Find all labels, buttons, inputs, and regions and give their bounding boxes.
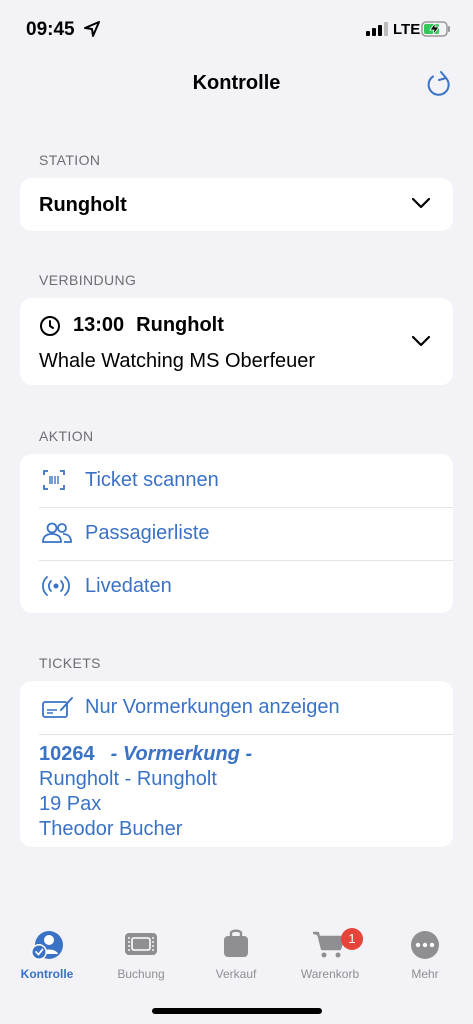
passenger-list-button[interactable]: Passagierliste bbox=[20, 507, 453, 560]
live-data-label: Livedaten bbox=[85, 575, 172, 597]
action-list: Ticket scannen Passagierliste Livedaten bbox=[20, 454, 453, 613]
location-arrow-icon bbox=[84, 21, 100, 37]
connection-section-label: VERBINDUNG bbox=[39, 272, 137, 288]
cart-badge: 1 bbox=[341, 928, 363, 950]
connection-header: 13:00 Rungholt bbox=[39, 314, 224, 337]
station-selector[interactable]: Rungholt bbox=[20, 178, 453, 231]
ticket-header: 10264 - Vormerkung - bbox=[39, 743, 252, 766]
people-icon bbox=[42, 522, 72, 543]
connection-time: 13:00 bbox=[73, 314, 125, 336]
passenger-list-label: Passagierliste bbox=[85, 522, 210, 544]
status-time: 09:45 bbox=[26, 19, 75, 40]
signal-icon bbox=[366, 22, 388, 36]
ticket-scan-button[interactable]: Ticket scannen bbox=[20, 454, 453, 507]
tab-label: Warenkorb bbox=[300, 967, 360, 981]
page-title: Kontrolle bbox=[192, 72, 281, 94]
connection-selector[interactable]: 13:00 Rungholt Whale Watching MS Oberfeu… bbox=[20, 298, 453, 385]
clock-history-icon bbox=[40, 315, 60, 336]
live-data-button[interactable]: Livedaten bbox=[20, 560, 453, 613]
reservation-filter-label: Nur Vormerkungen anzeigen bbox=[85, 696, 340, 718]
tab-mehr[interactable]: Mehr bbox=[378, 925, 472, 981]
scan-icon bbox=[43, 470, 65, 490]
tab-label: Kontrolle bbox=[20, 967, 74, 981]
station-value: Rungholt bbox=[39, 194, 127, 216]
bag-icon bbox=[224, 929, 248, 957]
connection-name: Whale Watching MS Oberfeuer bbox=[39, 350, 316, 372]
reservation-filter-toggle[interactable]: Nur Vormerkungen anzeigen bbox=[20, 681, 453, 734]
tab-label: Verkauf bbox=[215, 967, 257, 981]
ticket-pax: 19 Pax bbox=[39, 793, 102, 815]
tab-label: Mehr bbox=[411, 967, 439, 981]
chevron-down-icon bbox=[411, 197, 431, 209]
edit-form-icon bbox=[42, 697, 73, 718]
person-check-icon bbox=[31, 931, 63, 960]
refresh-icon[interactable] bbox=[424, 69, 454, 99]
ticket-scan-label: Ticket scannen bbox=[85, 469, 219, 491]
broadcast-icon bbox=[42, 576, 70, 596]
battery-charging-icon bbox=[421, 21, 450, 37]
tickets-section-label: TICKETS bbox=[39, 655, 101, 671]
tab-kontrolle[interactable]: Kontrolle bbox=[0, 925, 94, 981]
ticket-type: - Vormerkung - bbox=[110, 743, 253, 765]
tab-buchung[interactable]: Buchung bbox=[94, 925, 188, 981]
status-bar: 09:45 LTE bbox=[0, 0, 473, 60]
tab-verkauf[interactable]: Verkauf bbox=[189, 925, 283, 981]
ticket-passenger-name: Theodor Bucher bbox=[39, 818, 183, 840]
ticket-route: Rungholt - Rungholt bbox=[39, 768, 217, 790]
ticket-id: 10264 bbox=[39, 743, 95, 765]
divider bbox=[39, 734, 453, 735]
network-label: LTE bbox=[393, 21, 421, 38]
chevron-down-icon bbox=[411, 335, 431, 347]
ticket-icon bbox=[125, 933, 157, 955]
home-indicator bbox=[152, 1008, 322, 1014]
action-section-label: AKTION bbox=[39, 428, 94, 444]
tab-warenkorb[interactable]: 1 Warenkorb bbox=[283, 925, 377, 981]
tab-label: Buchung bbox=[117, 967, 165, 981]
more-icon bbox=[411, 931, 439, 959]
connection-station: Rungholt bbox=[136, 314, 224, 336]
tickets-card: Nur Vormerkungen anzeigen 10264 - Vormerk… bbox=[20, 681, 453, 847]
station-section-label: STATION bbox=[39, 152, 101, 168]
